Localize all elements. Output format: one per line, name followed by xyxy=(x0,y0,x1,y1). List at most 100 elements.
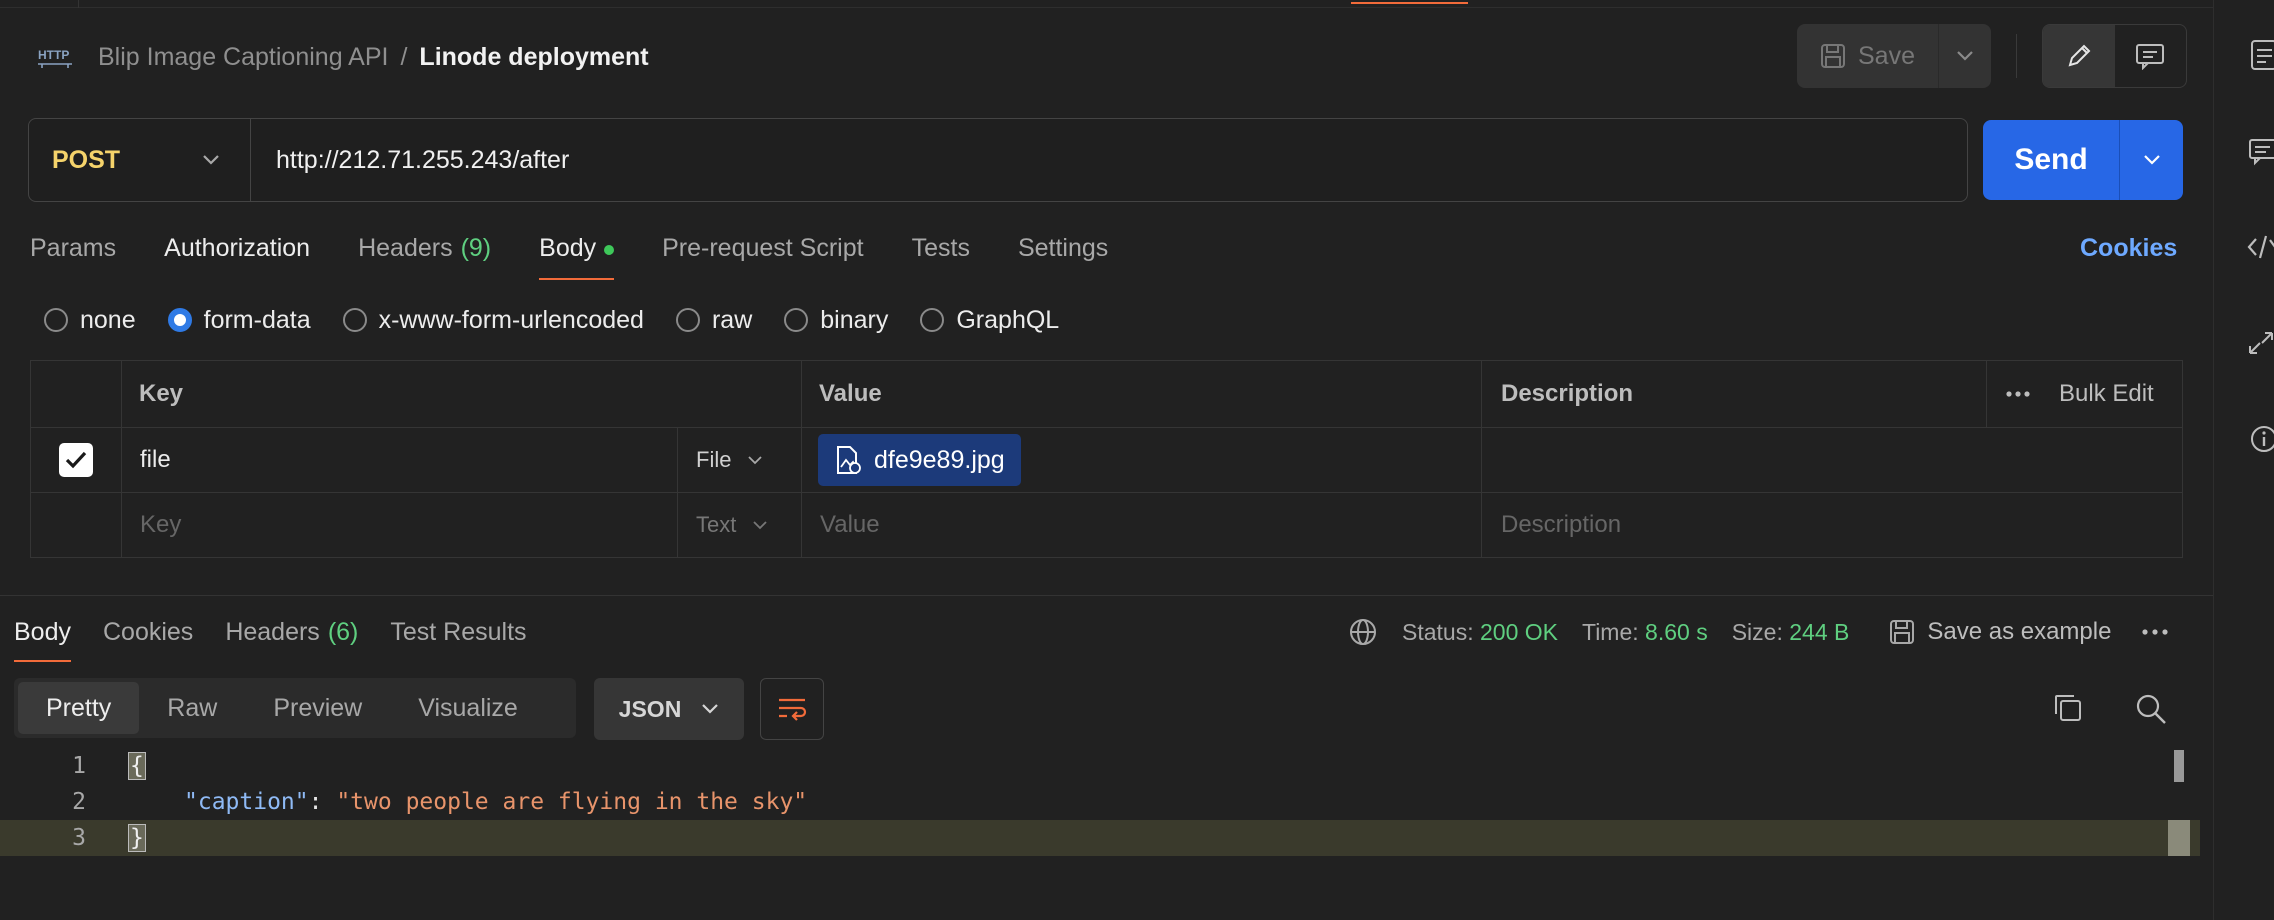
value-cell: dfe9e89.jpg xyxy=(802,428,1482,492)
save-as-example-button[interactable]: Save as example xyxy=(1889,618,2111,646)
json-string-value: "two people are flying in the sky" xyxy=(336,789,808,815)
tab-tests[interactable]: Tests xyxy=(912,228,970,280)
header-checkbox-cell xyxy=(31,361,122,427)
radio-none[interactable]: none xyxy=(44,306,136,335)
json-key: "caption" xyxy=(184,789,309,815)
url-input[interactable]: http://212.71.255.243/after xyxy=(251,146,569,175)
table-row: file File dfe9e89.jpg xyxy=(31,428,2182,493)
http-icon: HTTP xyxy=(36,40,76,70)
line-number: 1 xyxy=(72,753,86,779)
edit-mode-button[interactable] xyxy=(2043,25,2115,87)
row-checkbox-cell xyxy=(31,493,122,557)
radio-urlencoded[interactable]: x-www-form-urlencoded xyxy=(342,306,644,335)
radio-raw[interactable]: raw xyxy=(675,306,752,335)
line-number: 2 xyxy=(72,789,86,815)
table-header-row: Key Value Description Bulk Edit xyxy=(31,361,2182,428)
chevron-down-icon xyxy=(2143,154,2161,166)
copy-icon[interactable] xyxy=(2052,692,2084,724)
scrollbar-marker xyxy=(2168,820,2190,856)
pane-divider[interactable] xyxy=(0,595,2213,596)
request-tabs: Params Authorization Headers (9) Body Pre… xyxy=(30,228,1156,280)
key-input[interactable]: file xyxy=(122,428,678,492)
comment-icon[interactable] xyxy=(2244,134,2274,168)
open-brace: { xyxy=(128,752,146,780)
radio-indicator xyxy=(675,308,700,332)
method-selector[interactable]: POST xyxy=(29,119,251,201)
comments-button[interactable] xyxy=(2115,25,2187,87)
view-raw-button[interactable]: Raw xyxy=(139,682,245,734)
breadcrumb-collection[interactable]: Blip Image Captioning API xyxy=(98,43,388,72)
new-key-input[interactable]: Key xyxy=(122,493,678,557)
globe-icon[interactable] xyxy=(1348,617,1378,647)
tab-headers[interactable]: Headers (9) xyxy=(358,228,491,280)
active-tab-indicator xyxy=(1351,0,1468,4)
wrap-lines-button[interactable] xyxy=(760,678,824,740)
tab-response-headers[interactable]: Headers (6) xyxy=(225,614,358,662)
format-selector[interactable]: JSON xyxy=(594,678,744,740)
radio-binary[interactable]: binary xyxy=(784,306,888,335)
row-enabled-checkbox[interactable] xyxy=(59,443,93,477)
tab-settings[interactable]: Settings xyxy=(1018,228,1108,280)
send-button-group: Send xyxy=(1983,120,2183,200)
type-selector[interactable]: Text xyxy=(678,493,802,557)
format-label: JSON xyxy=(618,695,682,722)
tab-response-cookies[interactable]: Cookies xyxy=(103,614,193,662)
send-button[interactable]: Send xyxy=(1983,120,2119,200)
type-selector[interactable]: File xyxy=(678,428,802,492)
bulk-edit-button[interactable]: Bulk Edit xyxy=(2059,380,2154,408)
radio-indicator xyxy=(44,308,68,332)
send-dropdown-button[interactable] xyxy=(2119,120,2183,200)
view-pretty-button[interactable]: Pretty xyxy=(18,682,140,734)
view-preview-button[interactable]: Preview xyxy=(245,682,390,734)
close-brace: } xyxy=(128,824,146,852)
pencil-icon xyxy=(2065,42,2093,70)
documentation-icon[interactable] xyxy=(2244,38,2274,72)
column-header-key: Key xyxy=(122,361,802,427)
more-options-icon[interactable] xyxy=(2141,628,2169,636)
chevron-down-icon xyxy=(202,154,220,166)
svg-text:HTTP: HTTP xyxy=(38,48,69,62)
breadcrumb-separator: / xyxy=(400,42,408,71)
column-header-description: Description xyxy=(1482,361,1987,427)
body-indicator-dot xyxy=(604,245,615,255)
more-options-icon[interactable] xyxy=(2005,390,2031,398)
top-tab-strip xyxy=(0,0,2213,8)
description-input[interactable] xyxy=(1482,428,2184,492)
save-icon xyxy=(1820,43,1846,69)
view-visualize-button[interactable]: Visualize xyxy=(390,682,546,734)
comment-icon xyxy=(2135,42,2165,70)
tab-authorization[interactable]: Authorization xyxy=(164,228,310,280)
save-dropdown-button[interactable] xyxy=(1938,24,1991,88)
headers-count: (9) xyxy=(460,234,492,262)
response-headers-count: (6) xyxy=(327,618,359,646)
scrollbar-thumb[interactable] xyxy=(2174,750,2184,782)
save-label: Save xyxy=(1858,41,1915,70)
file-chip[interactable]: dfe9e89.jpg xyxy=(818,434,1021,486)
search-icon[interactable] xyxy=(2134,692,2168,726)
row-checkbox-cell xyxy=(31,428,122,492)
bulk-edit-area: Bulk Edit xyxy=(1987,361,2184,427)
time-value: 8.60 s xyxy=(1645,618,1708,645)
response-code-viewer[interactable]: 1 { 2 "caption": "two people are flying … xyxy=(0,748,2200,856)
code-line: 1 { xyxy=(0,748,2200,784)
related-collections-icon[interactable] xyxy=(2244,326,2274,360)
tab-test-results[interactable]: Test Results xyxy=(390,614,526,662)
new-description-input[interactable]: Description xyxy=(1482,493,2184,557)
radio-indicator xyxy=(920,308,945,332)
cookies-link[interactable]: Cookies xyxy=(2080,234,2177,263)
new-value-input[interactable]: Value xyxy=(802,493,1482,557)
chevron-down-icon xyxy=(752,520,768,530)
radio-form-data[interactable]: form-data xyxy=(167,306,311,335)
tab-body[interactable]: Body xyxy=(539,228,615,280)
response-view-switcher: Pretty Raw Preview Visualize xyxy=(14,678,576,738)
info-icon[interactable] xyxy=(2244,422,2274,456)
radio-graphql[interactable]: GraphQL xyxy=(920,306,1059,335)
request-name[interactable]: Linode deployment xyxy=(419,43,648,72)
radio-indicator xyxy=(342,308,367,332)
tab-response-body[interactable]: Body xyxy=(14,614,71,662)
tab-params[interactable]: Params xyxy=(30,228,116,280)
response-meta: Status: 200 OK Time: 8.60 s Size: 244 B … xyxy=(1348,614,2169,650)
save-button[interactable]: Save xyxy=(1797,24,1938,88)
tab-pre-request-script[interactable]: Pre-request Script xyxy=(662,228,863,280)
code-icon[interactable] xyxy=(2244,230,2274,264)
